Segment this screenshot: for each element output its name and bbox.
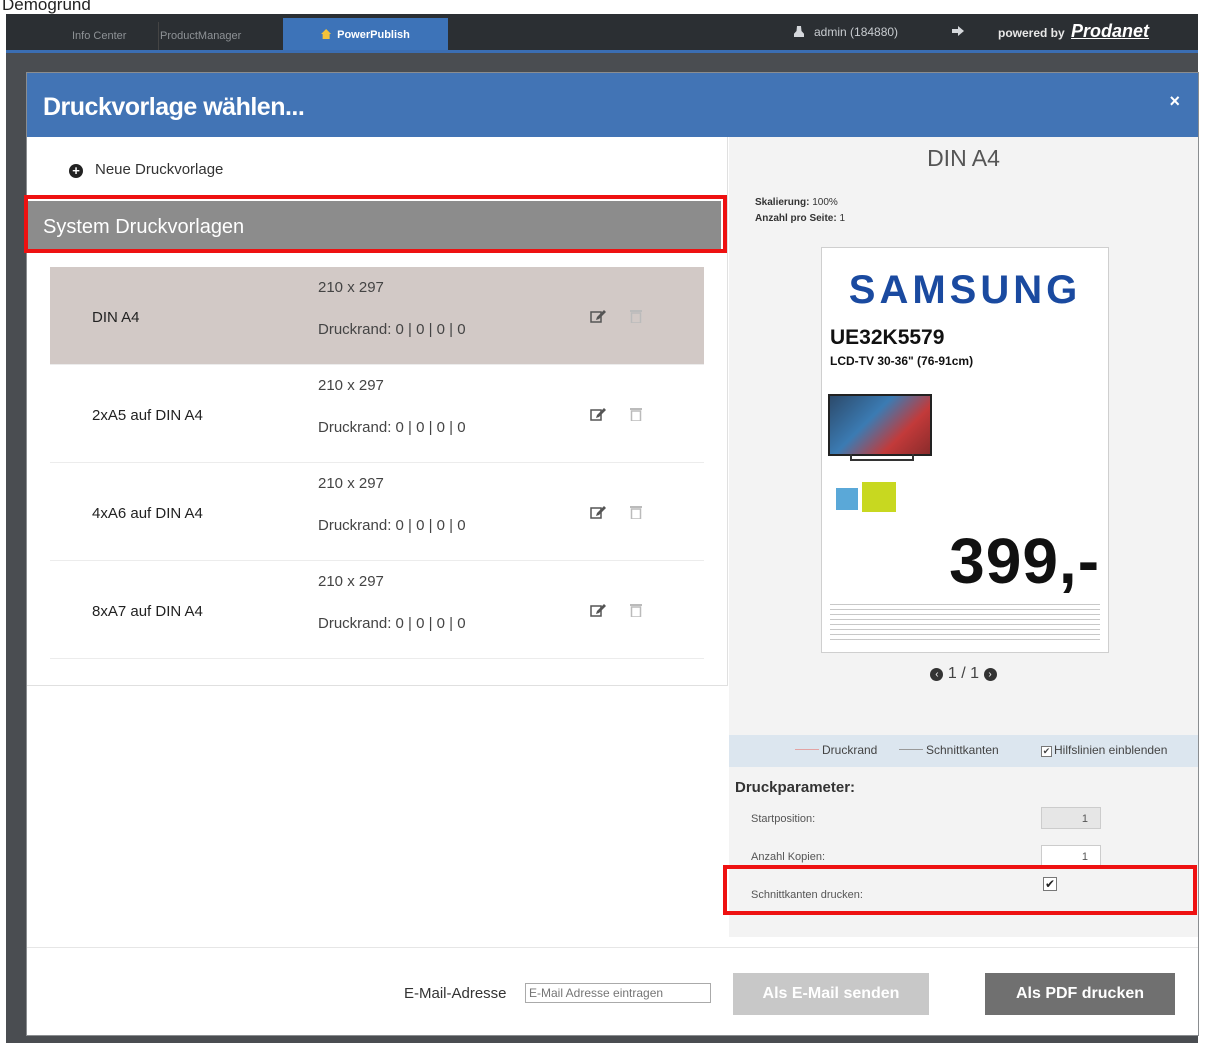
tab-product-manager[interactable]: ProductManager (150, 22, 291, 50)
preview-subtitle: LCD-TV 30-36" (76-91cm) (830, 354, 974, 368)
template-size: 210 x 297 (318, 475, 384, 492)
print-params: Druckparameter: Startposition: 1 Anzahl … (723, 767, 1198, 937)
template-row[interactable]: DIN A4 210 x 297 Druckrand: 0 | 0 | 0 | … (50, 267, 704, 365)
template-name: 8xA7 auf DIN A4 (92, 603, 203, 620)
margin-line-icon (795, 749, 819, 750)
legend-margin: Druckrand (795, 743, 877, 757)
copies-input[interactable]: 1 (1041, 845, 1101, 867)
powered-by-label: powered by (998, 26, 1065, 40)
template-row[interactable]: 8xA7 auf DIN A4 210 x 297 Druckrand: 0 |… (50, 561, 704, 659)
email-input[interactable] (525, 983, 711, 1003)
template-list-pane: + Neue Druckvorlage System Druckvorlagen … (24, 137, 728, 686)
template-name: DIN A4 (92, 309, 140, 326)
plus-circle-icon: + (69, 164, 83, 178)
app-bar: Info Center ProductManager PowerPublish … (6, 14, 1198, 53)
template-row[interactable]: 4xA6 auf DIN A4 210 x 297 Druckrand: 0 |… (50, 463, 704, 561)
email-label: E-Mail-Adresse (404, 985, 507, 1002)
brand-logo: Prodanet (1071, 21, 1150, 41)
top-label: Demogrund (2, 0, 91, 14)
edit-icon[interactable] (590, 309, 606, 323)
template-list: DIN A4 210 x 297 Druckrand: 0 | 0 | 0 | … (50, 267, 704, 659)
template-name: 2xA5 auf DIN A4 (92, 407, 203, 424)
template-margin: Druckrand: 0 | 0 | 0 | 0 (318, 321, 466, 338)
highlight-box (24, 195, 727, 253)
dialog-title: Druckvorlage wählen... (43, 93, 305, 121)
tv-stand-image (850, 454, 914, 461)
legend-cut: Schnittkanten (899, 743, 999, 757)
template-size: 210 x 297 (318, 279, 384, 296)
trash-icon[interactable] (630, 406, 642, 421)
start-position-input[interactable]: 1 (1041, 807, 1101, 829)
new-template-button[interactable]: + Neue Druckvorlage (69, 161, 223, 178)
preview-price: 399,- (949, 525, 1100, 597)
legend-margin-label: Druckrand (822, 743, 878, 757)
pager-text: 1 / 1 (947, 665, 980, 682)
preview-meta: Skalierung: 100% Anzahl pro Seite: 1 (755, 195, 845, 227)
template-margin: Druckrand: 0 | 0 | 0 | 0 (318, 517, 466, 534)
template-row[interactable]: 2xA5 auf DIN A4 210 x 297 Druckrand: 0 |… (50, 365, 704, 463)
print-pdf-button[interactable]: Als PDF drucken (985, 973, 1175, 1015)
preview-title: DIN A4 (927, 145, 1000, 171)
powered-by: powered by Prodanet (998, 20, 1149, 44)
copies-label: Anzahl Kopien: (751, 851, 825, 863)
home-icon (321, 29, 332, 39)
preview-page: SAMSUNG UE32K5579 LCD-TV 30-36" (76-91cm… (821, 247, 1109, 653)
params-title: Druckparameter: (735, 779, 856, 796)
footer-divider (27, 947, 1198, 948)
logout-icon[interactable] (952, 26, 964, 36)
scale-label: Skalierung: (755, 197, 810, 208)
per-page-label: Anzahl pro Seite: (755, 213, 837, 224)
start-position-label: Startposition: (751, 813, 816, 825)
energy-label-icon (862, 482, 896, 512)
template-size: 210 x 297 (318, 573, 384, 590)
preview-pager: ‹ 1 / 1 › (729, 665, 1198, 683)
guides-toggle[interactable]: ✔ Hilfslinien einblenden (1041, 743, 1167, 757)
per-page-value: 1 (839, 213, 846, 224)
edit-icon[interactable] (590, 407, 606, 421)
close-icon[interactable]: × (1169, 91, 1180, 112)
tv-image (828, 394, 932, 456)
tab-power-publish[interactable]: PowerPublish (283, 18, 448, 50)
cut-line-icon (899, 749, 923, 750)
user-name: admin (184880) (814, 25, 899, 39)
tab-info-center[interactable]: Info Center (62, 22, 159, 50)
legend-cut-label: Schnittkanten (926, 743, 999, 757)
scale-value: 100% (812, 197, 838, 208)
trash-icon[interactable] (630, 504, 642, 519)
guides-label: Hilfslinien einblenden (1054, 743, 1168, 757)
trash-icon[interactable] (630, 308, 642, 323)
user-menu[interactable]: admin (184880) (794, 22, 898, 42)
preview-pane: DIN A4 Skalierung: 100% Anzahl pro Seite… (729, 137, 1198, 735)
preview-brand: SAMSUNG (848, 268, 1082, 312)
template-dialog: Druckvorlage wählen... × + Neue Druckvorl… (24, 72, 1199, 1036)
legend-bar: Druckrand Schnittkanten ✔ Hilfslinien ein… (729, 735, 1198, 767)
tab-power-publish-label: PowerPublish (337, 29, 410, 41)
template-size: 210 x 297 (318, 377, 384, 394)
edit-icon[interactable] (590, 603, 606, 617)
template-margin: Druckrand: 0 | 0 | 0 | 0 (318, 419, 466, 436)
next-page-icon[interactable]: › (983, 668, 997, 681)
new-template-label: Neue Druckvorlage (95, 161, 224, 178)
edit-icon[interactable] (590, 505, 606, 519)
label-icon (836, 488, 858, 510)
template-name: 4xA6 auf DIN A4 (92, 505, 203, 522)
template-margin: Druckrand: 0 | 0 | 0 | 0 (318, 615, 466, 632)
trash-icon[interactable] (630, 602, 642, 617)
user-icon (794, 26, 804, 37)
preview-model: UE32K5579 (830, 326, 945, 349)
send-email-button[interactable]: Als E-Mail senden (733, 973, 929, 1015)
dialog-header: Druckvorlage wählen... × (27, 73, 1198, 137)
prev-page-icon[interactable]: ‹ (930, 668, 944, 681)
highlight-box (723, 865, 1197, 915)
guides-checkbox[interactable]: ✔ (1041, 746, 1052, 757)
fine-print-image (830, 604, 1100, 640)
